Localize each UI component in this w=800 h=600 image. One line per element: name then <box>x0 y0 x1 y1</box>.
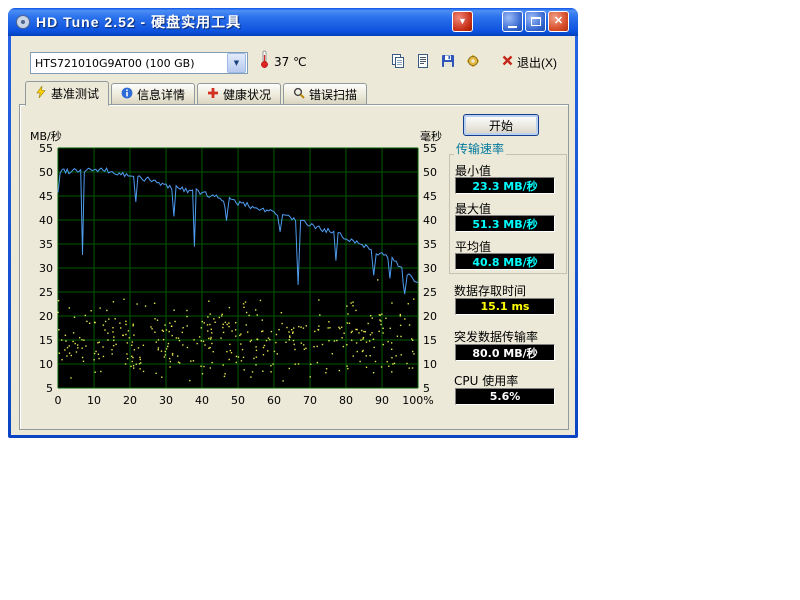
exit-label: 退出(X) <box>517 54 557 71</box>
svg-text:45: 45 <box>39 190 53 203</box>
copy-screenshot-icon <box>390 53 406 72</box>
gear-icon <box>465 53 481 72</box>
close-button[interactable]: ✕ <box>548 11 569 32</box>
minimize-button[interactable] <box>502 11 523 32</box>
chart-svg: 5510101515202025253030353540404545505055… <box>20 128 460 418</box>
svg-text:30: 30 <box>159 394 173 407</box>
svg-text:10: 10 <box>423 358 437 371</box>
svg-text:10: 10 <box>39 358 53 371</box>
svg-text:MB/秒: MB/秒 <box>30 129 62 143</box>
thermometer-icon <box>258 49 271 73</box>
start-button[interactable]: 开始 <box>463 114 539 136</box>
save-button[interactable] <box>437 51 459 73</box>
temperature-value: 37 ℃ <box>274 55 307 69</box>
svg-text:15: 15 <box>39 334 53 347</box>
maximize-button[interactable] <box>525 11 546 32</box>
svg-text:20: 20 <box>123 394 137 407</box>
avg-value: 40.8 MB/秒 <box>455 253 555 270</box>
svg-text:80: 80 <box>339 394 353 407</box>
update-button[interactable]: ▼ <box>452 11 473 32</box>
svg-text:40: 40 <box>423 214 437 227</box>
svg-text:100%: 100% <box>402 394 433 407</box>
svg-text:40: 40 <box>195 394 209 407</box>
app-icon <box>15 14 31 30</box>
svg-text:55: 55 <box>423 142 437 155</box>
max-value: 51.3 MB/秒 <box>455 215 555 232</box>
svg-text:10: 10 <box>87 394 101 407</box>
benchmark-icon <box>35 86 47 101</box>
titlebar[interactable]: HD Tune 2.52 - 硬盘实用工具 ▼ ✕ <box>8 8 578 36</box>
tab-info[interactable]: 信息详情 <box>111 83 195 104</box>
svg-text:50: 50 <box>423 166 437 179</box>
svg-text:50: 50 <box>231 394 245 407</box>
svg-text:50: 50 <box>39 166 53 179</box>
burst-rate-label: 突发数据传输率 <box>454 328 538 345</box>
exit-button[interactable]: 退出(X) <box>497 51 561 73</box>
svg-text:15: 15 <box>423 334 437 347</box>
tab-bar: 基准测试 信息详情 <box>25 83 369 106</box>
drive-select[interactable]: HTS721010G9AT00 (100 GB) ▼ <box>30 52 248 74</box>
minimize-icon <box>508 26 517 28</box>
svg-text:60: 60 <box>267 394 281 407</box>
window-title: HD Tune 2.52 - 硬盘实用工具 <box>36 12 241 32</box>
svg-text:45: 45 <box>423 190 437 203</box>
desktop: HD Tune 2.52 - 硬盘实用工具 ▼ ✕ HTS721010G9AT0… <box>0 0 800 600</box>
svg-text:毫秒: 毫秒 <box>420 129 442 143</box>
svg-text:55: 55 <box>39 142 53 155</box>
svg-text:35: 35 <box>423 238 437 251</box>
tab-health[interactable]: 健康状况 <box>197 83 281 104</box>
hdtune-window: HD Tune 2.52 - 硬盘实用工具 ▼ ✕ HTS721010G9AT0… <box>8 8 578 438</box>
cpu-usage-label: CPU 使用率 <box>454 372 518 389</box>
tab-label: 基准测试 <box>51 85 99 102</box>
svg-text:30: 30 <box>39 262 53 275</box>
tab-label: 健康状况 <box>223 86 271 103</box>
burst-rate-value: 80.0 MB/秒 <box>455 344 555 361</box>
cpu-usage-value: 5.6% <box>455 388 555 405</box>
access-time-value: 15.1 ms <box>455 298 555 315</box>
svg-text:20: 20 <box>423 310 437 323</box>
svg-text:20: 20 <box>39 310 53 323</box>
svg-text:90: 90 <box>375 394 389 407</box>
svg-text:0: 0 <box>55 394 62 407</box>
copy-text-button[interactable] <box>412 51 434 73</box>
svg-text:70: 70 <box>303 394 317 407</box>
down-arrow-icon: ▼ <box>458 17 467 26</box>
svg-text:25: 25 <box>423 286 437 299</box>
tab-label: 信息详情 <box>137 86 185 103</box>
svg-text:5: 5 <box>46 382 53 395</box>
svg-text:35: 35 <box>39 238 53 251</box>
svg-text:30: 30 <box>423 262 437 275</box>
exit-x-icon <box>501 54 514 70</box>
dropdown-arrow-icon[interactable]: ▼ <box>227 53 246 73</box>
access-time-label: 数据存取时间 <box>454 282 526 299</box>
benchmark-chart: 5510101515202025253030353540404545505055… <box>20 128 460 418</box>
svg-text:40: 40 <box>39 214 53 227</box>
tab-label: 错误扫描 <box>309 86 357 103</box>
copy-screenshot-button[interactable] <box>387 51 409 73</box>
tab-benchmark[interactable]: 基准测试 <box>25 81 109 106</box>
tab-error-scan[interactable]: 错误扫描 <box>283 83 367 104</box>
close-icon: ✕ <box>554 16 563 27</box>
transfer-rate-title: 传输速率 <box>454 140 506 157</box>
svg-text:25: 25 <box>39 286 53 299</box>
client-area: HTS721010G9AT00 (100 GB) ▼ 37 ℃ <box>11 36 575 435</box>
maximize-icon <box>531 17 541 26</box>
save-icon <box>440 53 456 72</box>
drive-select-value: HTS721010G9AT00 (100 GB) <box>31 57 227 70</box>
health-cross-icon <box>207 87 219 102</box>
copy-text-icon <box>415 53 431 72</box>
magnifier-icon <box>293 87 305 102</box>
info-icon <box>121 87 133 102</box>
options-button[interactable] <box>462 51 484 73</box>
min-value: 23.3 MB/秒 <box>455 177 555 194</box>
